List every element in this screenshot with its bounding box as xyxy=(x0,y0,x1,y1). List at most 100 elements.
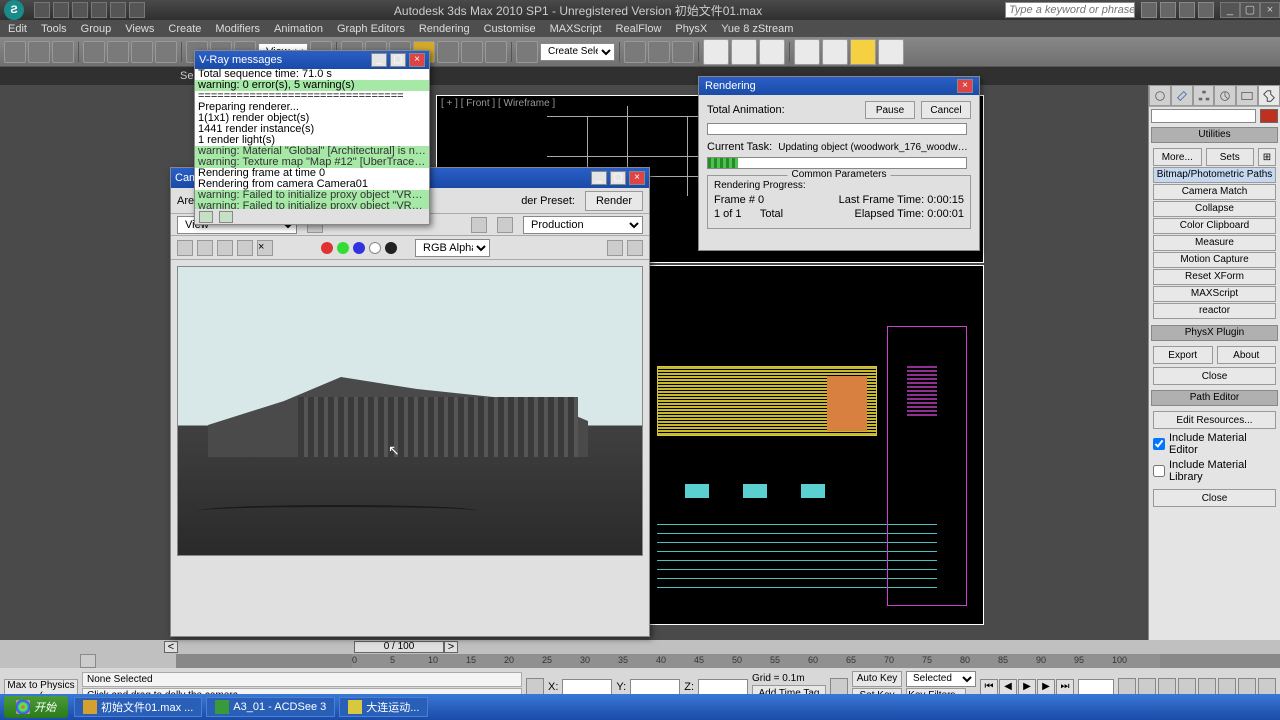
named-sel-combo[interactable]: Create Selection Se xyxy=(540,43,615,61)
rendering-close-button[interactable]: × xyxy=(957,79,973,93)
hierarchy-tab[interactable] xyxy=(1193,85,1215,106)
help-search-input[interactable] xyxy=(1005,2,1135,18)
current-frame-input[interactable] xyxy=(1078,679,1114,695)
minimize-button[interactable]: _ xyxy=(1220,2,1240,18)
vray-next-icon[interactable] xyxy=(219,211,233,223)
util-item[interactable]: Camera Match xyxy=(1153,184,1276,200)
menu-realflow[interactable]: RealFlow xyxy=(616,23,662,35)
select-region-icon[interactable] xyxy=(131,41,153,63)
util-item[interactable]: reactor xyxy=(1153,303,1276,319)
taskbar-item[interactable]: 初始文件01.max ... xyxy=(74,697,202,717)
bind-icon[interactable] xyxy=(52,41,74,63)
curve-editor-icon[interactable] xyxy=(703,39,729,65)
green-channel-toggle[interactable] xyxy=(337,242,349,254)
util-item[interactable]: Reset XForm xyxy=(1153,269,1276,285)
menu-rendering[interactable]: Rendering xyxy=(419,23,470,35)
print-image-icon[interactable] xyxy=(237,240,253,256)
trackbar-config-icon[interactable] xyxy=(80,654,96,668)
qat-undo-icon[interactable] xyxy=(91,2,107,18)
close-button[interactable]: × xyxy=(1260,2,1280,18)
start-button[interactable]: 开始 xyxy=(4,696,68,718)
pause-button[interactable]: Pause xyxy=(865,101,915,119)
display-tab[interactable] xyxy=(1236,85,1258,106)
toggle-overlay-icon[interactable] xyxy=(627,240,643,256)
util-item[interactable]: Measure xyxy=(1153,235,1276,251)
modify-tab[interactable] xyxy=(1171,85,1193,106)
util-item[interactable]: Bitmap/Photometric Paths xyxy=(1153,167,1276,183)
create-tab[interactable] xyxy=(1149,85,1171,106)
alpha-channel-toggle[interactable] xyxy=(369,242,381,254)
menu-edit[interactable]: Edit xyxy=(8,23,27,35)
z-coord-input[interactable] xyxy=(698,679,748,695)
red-channel-toggle[interactable] xyxy=(321,242,333,254)
schematic-view-icon[interactable] xyxy=(731,39,757,65)
config-button[interactable]: ⊞ xyxy=(1258,148,1276,166)
close-path-editor-button[interactable]: Close xyxy=(1153,489,1276,507)
vray-close-button[interactable]: × xyxy=(409,53,425,67)
utilities-tab[interactable] xyxy=(1258,85,1280,106)
cancel-button[interactable]: Cancel xyxy=(921,101,971,119)
about-button[interactable]: About xyxy=(1217,346,1277,364)
maximize-button[interactable]: ▢ xyxy=(1240,2,1260,18)
link-icon[interactable] xyxy=(4,41,26,63)
material-editor-icon[interactable] xyxy=(759,39,785,65)
rf-min-button[interactable]: _ xyxy=(591,171,607,185)
maxtophysics-button[interactable]: Max to Physics ( xyxy=(4,679,78,695)
render-production-icon[interactable] xyxy=(850,39,876,65)
menu-modifiers[interactable]: Modifiers xyxy=(215,23,260,35)
vray-log[interactable]: Total sequence time: 71.0 s warning: 0 e… xyxy=(195,69,429,209)
menu-create[interactable]: Create xyxy=(168,23,201,35)
path-editor-rollout-header[interactable]: Path Editor xyxy=(1151,390,1278,406)
toggle-ui-icon[interactable] xyxy=(607,240,623,256)
util-item[interactable]: Collapse xyxy=(1153,201,1276,217)
app-menu-icon[interactable]: Ƨ xyxy=(4,0,24,20)
search-icon[interactable] xyxy=(1141,2,1157,18)
channel-combo[interactable]: RGB Alpha xyxy=(415,239,490,257)
comm-center-icon[interactable] xyxy=(1160,2,1176,18)
rf-max-button[interactable]: ▢ xyxy=(610,171,626,185)
qat-redo-icon[interactable] xyxy=(110,2,126,18)
production-combo[interactable]: Production xyxy=(523,216,643,234)
rendered-image[interactable]: ↖ xyxy=(177,266,643,556)
y-coord-input[interactable] xyxy=(630,679,680,695)
mirror-icon[interactable] xyxy=(624,41,646,63)
spinner-snap-icon[interactable] xyxy=(485,41,507,63)
named-sel-icon[interactable] xyxy=(516,41,538,63)
prev-key-icon[interactable]: ◀ xyxy=(999,679,1017,695)
mono-channel-toggle[interactable] xyxy=(385,242,397,254)
vray-titlebar[interactable]: V-Ray messages _ ▢ × xyxy=(195,51,429,69)
object-color-swatch[interactable] xyxy=(1260,109,1278,123)
object-name-input[interactable] xyxy=(1151,109,1256,123)
vray-prev-icon[interactable] xyxy=(199,211,213,223)
unlink-icon[interactable] xyxy=(28,41,50,63)
goto-start-icon[interactable]: ⏮ xyxy=(980,679,998,695)
include-material-editor-check[interactable]: Include Material Editor xyxy=(1153,432,1276,456)
render-iterative-icon[interactable] xyxy=(878,39,904,65)
blue-channel-toggle[interactable] xyxy=(353,242,365,254)
preset-icon[interactable] xyxy=(497,217,513,233)
clear-image-icon[interactable]: × xyxy=(257,240,273,256)
layers-icon[interactable] xyxy=(672,41,694,63)
time-slider[interactable]: 0 / 100 xyxy=(354,641,444,653)
close-physx-button[interactable]: Close xyxy=(1153,367,1276,385)
play-icon[interactable]: ▶ xyxy=(1018,679,1036,695)
percent-snap-icon[interactable] xyxy=(461,41,483,63)
select-name-icon[interactable] xyxy=(107,41,129,63)
export-button[interactable]: Export xyxy=(1153,346,1213,364)
next-key-icon[interactable]: ▶ xyxy=(1037,679,1055,695)
render-setup-icon[interactable] xyxy=(794,39,820,65)
x-coord-input[interactable] xyxy=(562,679,612,695)
rendered-frame-icon[interactable] xyxy=(822,39,848,65)
util-item[interactable]: Color Clipboard xyxy=(1153,218,1276,234)
motion-tab[interactable] xyxy=(1214,85,1236,106)
menu-grapheditors[interactable]: Graph Editors xyxy=(337,23,405,35)
select-object-icon[interactable] xyxy=(83,41,105,63)
lock-icon[interactable] xyxy=(471,217,487,233)
save-image-icon[interactable] xyxy=(177,240,193,256)
menu-views[interactable]: Views xyxy=(125,23,154,35)
taskbar-item[interactable]: A3_01 - ACDSee 3 xyxy=(206,697,335,717)
clone-frame-icon[interactable] xyxy=(217,240,233,256)
help-icon[interactable] xyxy=(1198,2,1214,18)
vray-min-button[interactable]: _ xyxy=(371,53,387,67)
autokey-button[interactable]: Auto Key xyxy=(852,671,902,687)
